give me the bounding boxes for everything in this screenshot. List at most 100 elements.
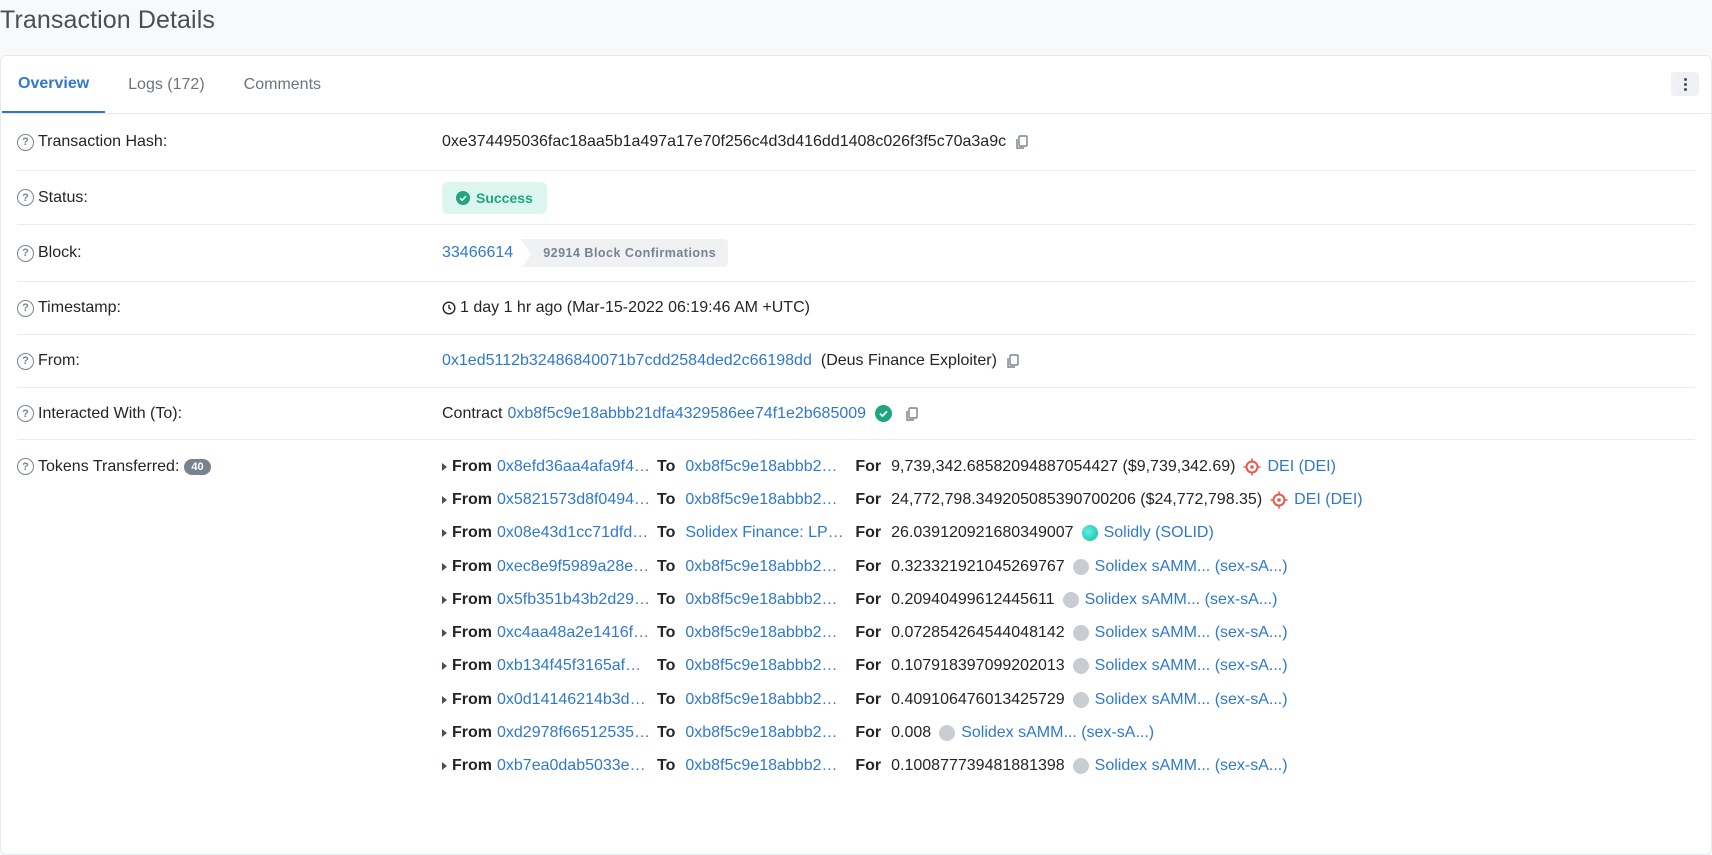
verified-check-icon	[875, 405, 893, 422]
transfer-from-link[interactable]: 0x5fb351b43b2d29…	[497, 591, 653, 609]
for-keyword: For	[855, 557, 882, 575]
tab-overview[interactable]: Overview	[2, 56, 106, 113]
token-placeholder-icon	[939, 725, 956, 742]
question-icon[interactable]: ?	[17, 405, 34, 422]
tab-logs[interactable]: Logs (172)	[112, 56, 221, 113]
token-link[interactable]: Solidex sAMM... (sex-sA...)	[1095, 757, 1288, 775]
transfer-amount: 0.100877739481881398	[891, 757, 1065, 775]
transfer-amount: 0.008	[891, 724, 932, 742]
question-icon[interactable]: ?	[17, 458, 34, 475]
token-link[interactable]: Solidex sAMM... (sex-sA...)	[1095, 691, 1288, 709]
transfer-from-link[interactable]: 0x8efd36aa4afa9f4…	[497, 458, 653, 476]
expand-caret-icon[interactable]	[442, 595, 447, 604]
to-keyword: To	[657, 757, 676, 775]
expand-caret-icon[interactable]	[442, 462, 447, 471]
check-circle-icon	[456, 190, 470, 205]
transfer-from-link[interactable]: 0xec8e9f5989a28e…	[497, 558, 653, 576]
dei-token-icon	[1243, 458, 1261, 476]
question-icon[interactable]: ?	[17, 352, 34, 370]
token-transfer-row: From 0x0d14146214b3d… To 0xb8f5c9e18abbb2… F…	[442, 683, 1363, 716]
copy-icon[interactable]	[1014, 134, 1030, 150]
expand-caret-icon[interactable]	[442, 662, 447, 671]
to-keyword: To	[657, 690, 676, 708]
for-keyword: For	[855, 657, 882, 675]
token-placeholder-icon	[1072, 758, 1089, 775]
confirmations-badge: 92914 Block Confirmations	[521, 239, 729, 269]
transfer-from-link[interactable]: 0x08e43d1cc71dfd…	[497, 524, 653, 542]
hash-row: ? Transaction Hash: 0xe374495036fac18aa5…	[17, 114, 1695, 171]
transfer-from-link[interactable]: 0x5821573d8f0494…	[497, 491, 653, 509]
for-keyword: For	[855, 757, 882, 775]
transfer-from-link[interactable]: 0xb134f45f3165af…	[497, 657, 653, 675]
transfer-from-link[interactable]: 0x0d14146214b3d…	[497, 691, 653, 709]
token-link[interactable]: Solidex sAMM... (sex-sA...)	[1095, 558, 1288, 576]
tokens-row: ? Tokens Transferred: 40 From 0x8efd36aa4…	[17, 440, 1695, 783]
question-icon[interactable]: ?	[17, 244, 34, 262]
block-number-link[interactable]: 33466614	[442, 244, 513, 262]
copy-icon[interactable]	[904, 406, 920, 422]
copy-icon[interactable]	[1005, 353, 1021, 369]
to-keyword: To	[657, 457, 676, 475]
expand-caret-icon[interactable]	[442, 629, 447, 638]
from-address-link[interactable]: 0x1ed5112b32486840071b7cdd2584ded2c66198…	[442, 352, 812, 370]
transfer-from-link[interactable]: 0xd2978f66512535…	[497, 724, 653, 742]
transfer-amount: 0.107918397099202013	[891, 657, 1065, 675]
transfer-from-link[interactable]: 0xb7ea0dab5033e…	[497, 757, 653, 775]
contract-address-link[interactable]: 0xb8f5c9e18abbb21dfa4329586ee74f1e2b6850…	[507, 405, 866, 423]
expand-caret-icon[interactable]	[442, 529, 447, 538]
transfer-to-link[interactable]: 0xb8f5c9e18abbb2…	[685, 624, 849, 642]
question-icon[interactable]: ?	[17, 189, 34, 206]
block-label: Block:	[38, 244, 82, 261]
token-link[interactable]: Solidex sAMM... (sex-sA...)	[961, 724, 1154, 742]
token-link[interactable]: Solidex sAMM... (sex-sA...)	[1085, 591, 1278, 609]
token-placeholder-icon	[1072, 558, 1089, 575]
from-keyword: From	[452, 657, 492, 675]
transfer-to-link[interactable]: 0xb8f5c9e18abbb2…	[685, 491, 849, 509]
clock-icon	[442, 301, 456, 315]
tokens-label: Tokens Transferred:	[38, 457, 180, 475]
to-label: Interacted With (To):	[38, 404, 183, 422]
expand-caret-icon[interactable]	[442, 695, 447, 704]
token-link[interactable]: Solidex sAMM... (sex-sA...)	[1095, 657, 1288, 675]
from-keyword: From	[452, 624, 492, 642]
timestamp-label: Timestamp:	[38, 299, 121, 316]
expand-caret-icon[interactable]	[442, 762, 447, 771]
transfer-to-link[interactable]: 0xb8f5c9e18abbb2…	[685, 724, 849, 742]
expand-caret-icon[interactable]	[442, 495, 447, 504]
transfer-to-link[interactable]: 0xb8f5c9e18abbb2…	[685, 691, 849, 709]
token-link[interactable]: Solidex sAMM... (sex-sA...)	[1095, 624, 1288, 642]
more-options-button[interactable]	[1671, 72, 1699, 96]
question-icon[interactable]: ?	[17, 133, 34, 151]
token-link[interactable]: DEI (DEI)	[1267, 458, 1335, 476]
timestamp-value: 1 day 1 hr ago (Mar-15-2022 06:19:46 AM …	[460, 299, 810, 316]
from-keyword: From	[452, 490, 492, 508]
expand-caret-icon[interactable]	[442, 729, 447, 738]
more-vertical-icon	[1683, 77, 1687, 92]
question-icon[interactable]: ?	[17, 299, 34, 317]
from-keyword: From	[452, 690, 492, 708]
expand-caret-icon[interactable]	[442, 562, 447, 571]
transfer-to-link[interactable]: 0xb8f5c9e18abbb2…	[685, 757, 849, 775]
token-transfer-row: From 0x8efd36aa4afa9f4… To 0xb8f5c9e18abbb2…	[442, 450, 1363, 483]
token-transfer-list: From 0x8efd36aa4afa9f4… To 0xb8f5c9e18abbb2…	[442, 450, 1363, 783]
transfer-to-link[interactable]: 0xb8f5c9e18abbb2…	[685, 458, 849, 476]
for-keyword: For	[855, 457, 882, 475]
token-link[interactable]: DEI (DEI)	[1294, 491, 1362, 509]
contract-prefix: Contract	[442, 404, 503, 422]
token-placeholder-icon	[1072, 691, 1089, 708]
transaction-hash: 0xe374495036fac18aa5b1a497a17e70f256c4d3…	[442, 133, 1007, 150]
transfer-to-link[interactable]: 0xb8f5c9e18abbb2…	[685, 657, 849, 675]
status-label: Status:	[38, 188, 88, 206]
transfer-to-link[interactable]: 0xb8f5c9e18abbb2…	[685, 558, 849, 576]
to-keyword: To	[657, 590, 676, 608]
token-link[interactable]: Solidly (SOLID)	[1104, 524, 1214, 542]
transfer-to-link[interactable]: Solidex Finance: LP…	[685, 524, 849, 542]
token-transfer-row: From 0xb134f45f3165af… To 0xb8f5c9e18abbb2……	[442, 650, 1363, 683]
tab-comments[interactable]: Comments	[228, 56, 337, 113]
transfer-from-link[interactable]: 0xc4aa48a2e1416f…	[497, 624, 653, 642]
to-keyword: To	[657, 490, 676, 508]
transfer-to-link[interactable]: 0xb8f5c9e18abbb2…	[685, 591, 849, 609]
token-transfer-row: From 0xc4aa48a2e1416f… To 0xb8f5c9e18abbb2……	[442, 616, 1363, 649]
timestamp-row: ? Timestamp: 1 day 1 hr ago (Mar-15-2022…	[17, 282, 1695, 335]
token-transfer-row: From 0x08e43d1cc71dfd… To Solidex Finance: …	[442, 517, 1363, 550]
